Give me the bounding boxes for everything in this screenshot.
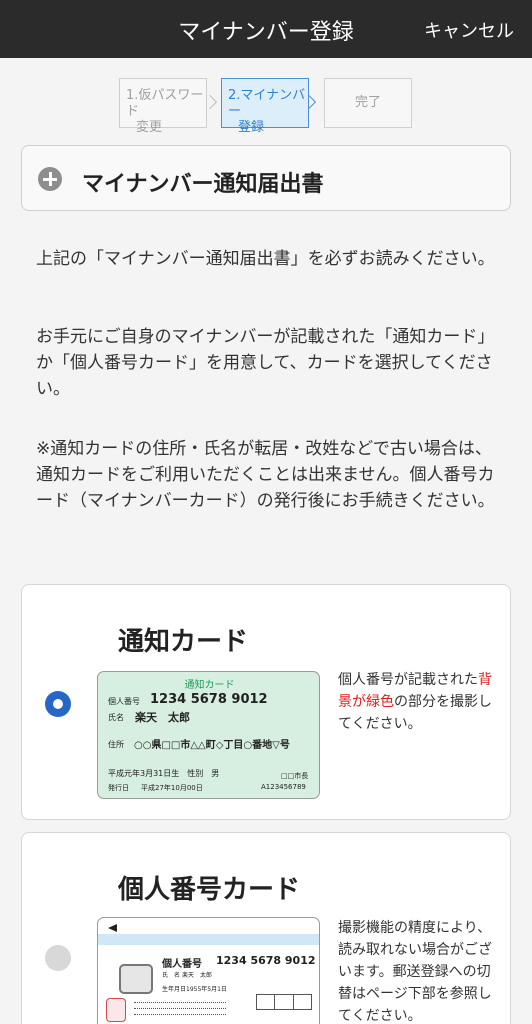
desc-before: 個人番号が記載された xyxy=(338,672,478,688)
step-mynumber-registration: 2.マイナンバー 登録 xyxy=(221,78,309,135)
step-indicator: 1.仮パスワード 変更 2.マイナンバー 登録 完了 xyxy=(119,78,419,135)
card-issue-date: 平成27年10月00日 xyxy=(141,784,203,792)
card-birth: 平成元年3月31日生 性別 男 xyxy=(108,769,220,778)
card-name-label: 氏 名 xyxy=(162,972,181,979)
step-password-change: 1.仮パスワード 変更 xyxy=(119,78,207,135)
app-header: マイナンバー登録 キャンセル xyxy=(0,0,532,58)
card-name: 楽天 太郎 xyxy=(182,972,213,979)
mynumber-notice-accordion[interactable]: マイナンバー通知届出書 xyxy=(21,145,511,211)
instruction-prepare-card: お手元にご自身のマイナンバーが記載された「通知カード」か「個人番号カード」を用意… xyxy=(36,327,495,399)
card-heading: 通知カード xyxy=(184,680,235,691)
photo-placeholder-icon xyxy=(119,964,153,994)
card-number-label: 個人番号 xyxy=(162,959,202,970)
card-name: 楽天 太郎 xyxy=(135,711,190,724)
radio-unselected[interactable] xyxy=(45,945,71,971)
notification-card-image: 通知カード 個人番号 1234 5678 9012 氏名 楽天 太郎 住所 ○○… xyxy=(97,671,320,799)
card-birth: 1955年5月1日 xyxy=(186,986,227,993)
card-text-lines xyxy=(134,1000,226,1018)
step-label-line2: 登録 xyxy=(238,120,265,135)
card-number: 1234 5678 9012 xyxy=(216,954,316,967)
option-title: 個人番号カード xyxy=(118,875,301,905)
card-grid-box xyxy=(256,994,312,1010)
step-label-line1: 2.マイナンバー xyxy=(228,88,306,119)
card-serial: A123456789 xyxy=(261,783,306,791)
card-issue-label: 発行日 xyxy=(108,784,129,792)
option-description: 個人番号が記載された背景が緑色の部分を撮影してください。 xyxy=(338,669,504,735)
card-number: 1234 5678 9012 xyxy=(150,692,268,707)
card-address: ○○県□□市△△町◇丁目○番地▽号 xyxy=(134,740,290,751)
option-title: 通知カード xyxy=(118,627,249,657)
card-number-label: 個人番号 xyxy=(108,697,140,706)
option-individual-number-card[interactable]: 個人番号カード 個人番号 1234 5678 9012 氏 名 楽天 太郎 生年… xyxy=(21,832,511,1024)
step-label-line2: 変更 xyxy=(136,120,163,135)
seal-stamp-icon xyxy=(106,998,126,1022)
card-band xyxy=(98,934,319,945)
individual-number-card-image: 個人番号 1234 5678 9012 氏 名 楽天 太郎 生年月日 1955年… xyxy=(97,917,320,1024)
plus-circle-icon xyxy=(38,167,62,191)
instruction-read-notice: 上記の「マイナンバー通知届出書」を必ずお読みください。 xyxy=(36,249,495,269)
cancel-button[interactable]: キャンセル xyxy=(424,17,514,43)
option-notification-card[interactable]: 通知カード 通知カード 個人番号 1234 5678 9012 氏名 楽天 太郎… xyxy=(21,584,511,820)
triangle-mark-icon xyxy=(108,924,117,932)
card-issuer: □□市長 xyxy=(281,772,309,780)
step-complete: 完了 xyxy=(324,78,412,128)
accordion-label: マイナンバー通知届出書 xyxy=(82,172,324,197)
option-description: 撮影機能の精度により、読み取れない場合がございます。郵送登録への切替はページ下部… xyxy=(338,920,492,1024)
instruction-caution: ※通知カードの住所・氏名が転居・改姓などで古い場合は、通知カードをご利用いただく… xyxy=(36,439,495,511)
card-address-label: 住所 xyxy=(108,740,124,749)
card-birth-label: 生年月日 xyxy=(162,986,187,993)
radio-selected[interactable] xyxy=(45,691,71,717)
card-name-label: 氏名 xyxy=(108,713,124,722)
step-label-line1: 1.仮パスワード xyxy=(126,88,204,119)
step-label: 完了 xyxy=(354,95,381,110)
